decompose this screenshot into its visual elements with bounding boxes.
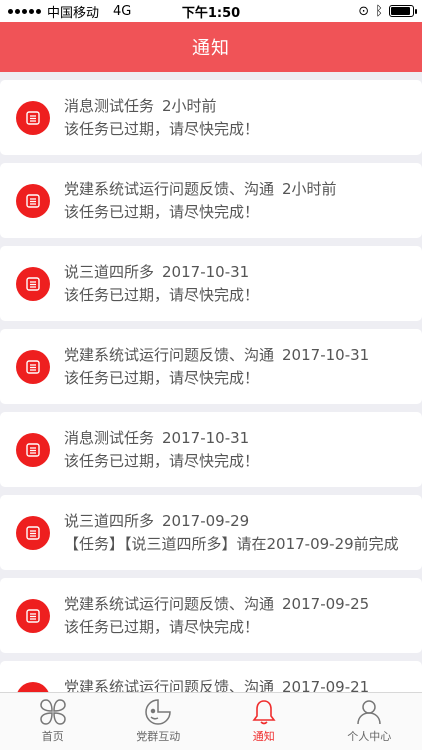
tab-home-label: 首页 [41,730,64,743]
notification-body: 该任务已过期，请尽快完成！ [64,285,260,304]
navigation-bar: 通知 [0,22,422,72]
document-icon [16,266,50,301]
document-icon [16,598,50,633]
tab-interaction[interactable]: 党群互动 [106,693,212,750]
notification-body: 该任务已过期，请尽快完成！ [64,119,260,138]
notification-item[interactable]: 说三道四所多 2017-10-31 该任务已过期，请尽快完成！ [0,246,422,321]
page-title: 通知 [192,38,230,59]
tab-profile-label: 个人中心 [347,730,392,743]
battery-icon [389,5,417,17]
notification-time: 2017-10-31 [282,345,370,364]
notification-title: 消息测试任务 [64,428,155,447]
notification-title: 说三道四所多 [64,511,155,530]
notification-item[interactable]: 消息测试任务 2017-10-31 该任务已过期，请尽快完成！ [0,412,422,487]
notification-body: 该任务已过期，请尽快完成！ [64,451,260,470]
bell-icon [252,700,276,725]
notification-title: 说三道四所多 [64,262,155,281]
bluetooth-icon: ᛒ [375,3,383,19]
notification-body: 该任务已过期，请尽快完成！ [64,368,260,387]
tab-home[interactable]: 首页 [0,693,106,750]
signal-icon [8,8,41,14]
notification-body: 该任务已过期，请尽快完成！ [64,617,260,636]
notification-item[interactable]: 党建系统试运行问题反馈、沟通2017-09-21该任务已过期，请尽快完成！ [0,661,422,692]
interaction-icon [145,699,172,725]
notification-time: 2017-10-31 [162,262,250,281]
tab-bar: 首页 党群互动 通知 个人中心 [0,692,422,750]
document-icon [16,432,50,467]
notification-item[interactable]: 党建系统试运行问题反馈、沟通 2017-10-31 该任务已过期，请尽快完成！ [0,329,422,404]
notification-item[interactable]: 消息测试任务 2小时前该任务已过期，请尽快完成！ [0,80,422,155]
notification-title: 党建系统试运行问题反馈、沟通 [64,677,275,693]
tab-notifications[interactable]: 通知 [211,693,317,750]
notification-title: 党建系统试运行问题反馈、沟通 [64,594,275,613]
document-icon [16,100,50,135]
document-icon [16,515,50,550]
carrier-name: 中国移动 [47,5,100,21]
notification-time: 2017-09-29 [162,511,250,530]
tab-notifications-label: 通知 [252,730,275,743]
notification-time: 2017-09-21 [282,677,370,693]
notification-time: 2017-09-25 [282,594,370,613]
document-icon [16,349,50,384]
status-bar: 中国移动 4G 下午1:50 ⊙ ᛒ [0,0,422,22]
notification-time: 2017-10-31 [162,428,250,447]
notification-item[interactable]: 党建系统试运行问题反馈、沟通 2017-09-25 该任务已过期，请尽快完成！ [0,578,422,653]
network-type: 4G [113,3,132,19]
tab-interaction-label: 党群互动 [136,730,181,743]
notification-time: 2小时前 [162,96,217,115]
home-grid-icon [39,699,66,725]
notification-title: 党建系统试运行问题反馈、沟通 [64,179,275,198]
document-icon [16,681,50,692]
notification-title: 党建系统试运行问题反馈、沟通 [64,345,275,364]
user-icon [357,700,381,725]
notification-item[interactable]: 党建系统试运行问题反馈、沟通 2小时前该任务已过期，请尽快完成！ [0,163,422,238]
notification-title: 消息测试任务 [64,96,155,115]
notification-body: 该任务已过期，请尽快完成！ [64,202,260,221]
notification-item[interactable]: 说三道四所多 2017-09-29 【任务】【说三道四所多】请在2017-09-29… [0,495,422,570]
notification-body: 【任务】【说三道四所多】请在2017-09-29前完成 [64,534,399,553]
rotation-lock-icon: ⊙ [358,3,370,19]
notification-list[interactable]: 消息测试任务 2小时前 该任务已过期，请尽快完成！ 党建系统试运行问题反馈、沟通 2小时… [0,72,422,692]
notification-time: 2小时前 [282,179,337,198]
document-icon [16,183,50,218]
tab-profile[interactable]: 个人中心 [317,693,422,750]
